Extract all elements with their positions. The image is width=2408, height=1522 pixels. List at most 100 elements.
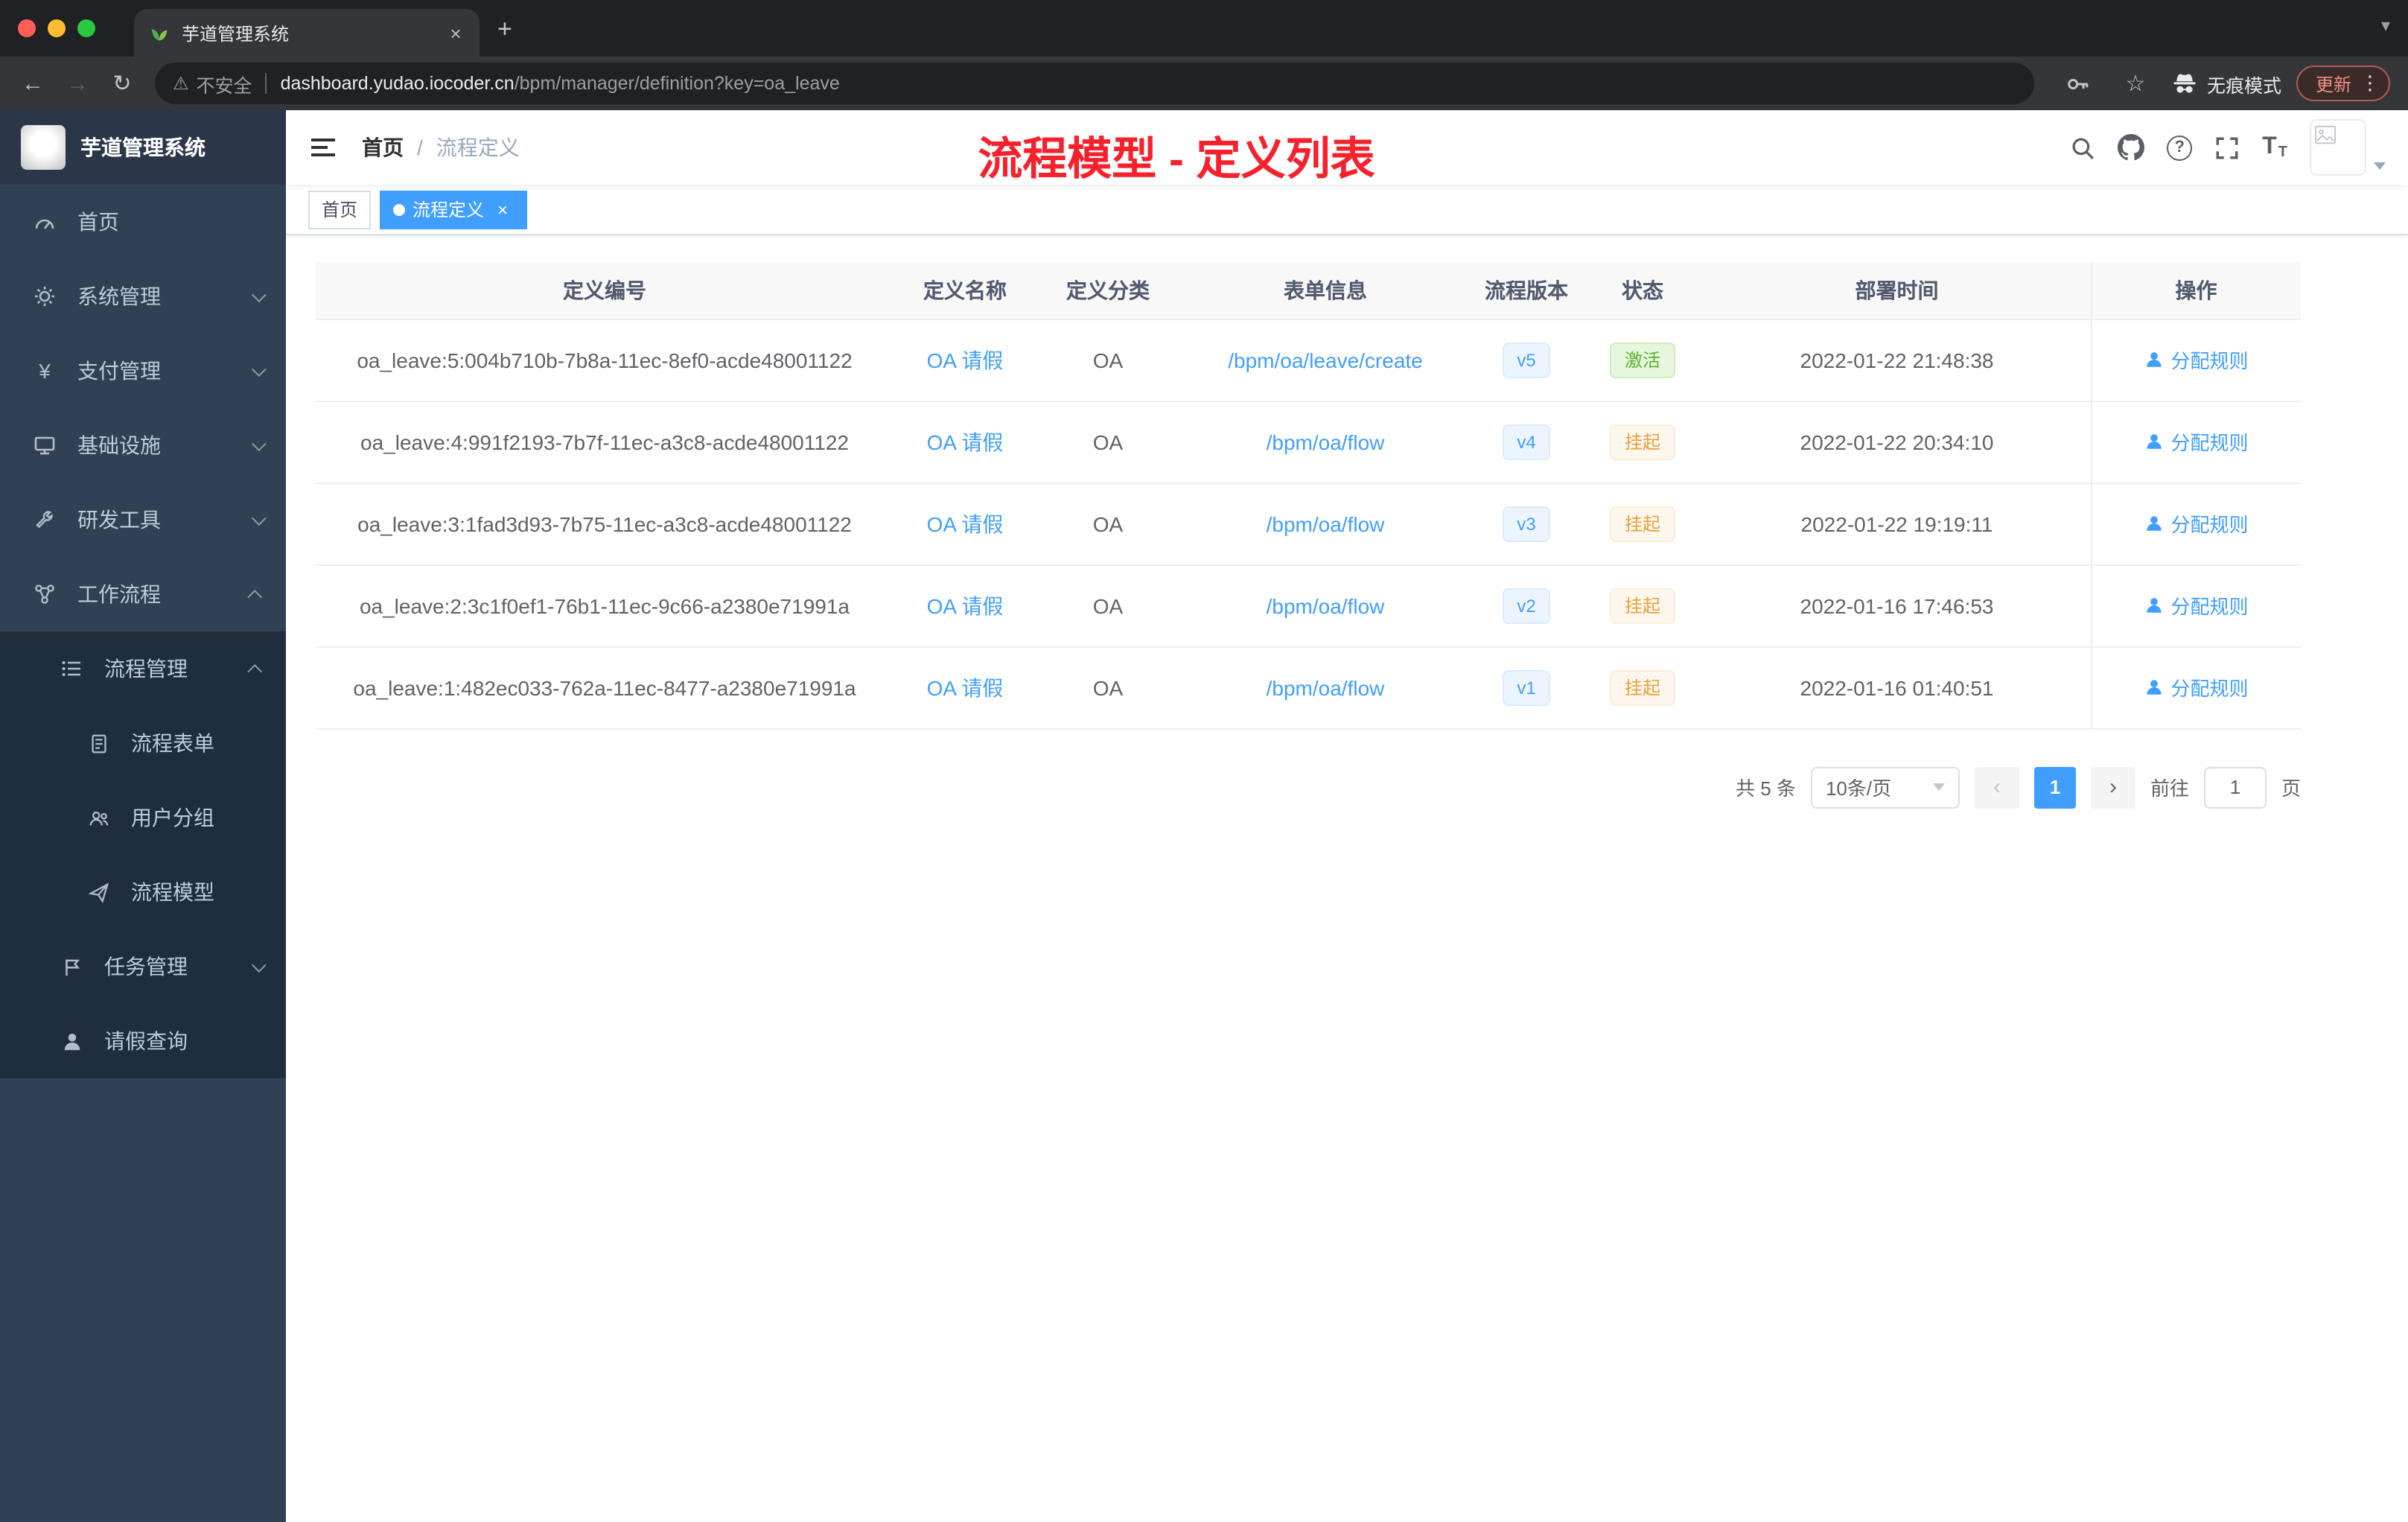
sidebar-item-payment[interactable]: ¥ 支付管理 (0, 334, 286, 408)
prev-page-button[interactable]: ‹ (1974, 766, 2019, 808)
definition-name-link[interactable]: OA 请假 (927, 593, 1004, 617)
form-info-link[interactable]: /bpm/oa/flow (1267, 430, 1385, 453)
user-group-icon (83, 806, 113, 829)
font-size-icon[interactable]: TT (2262, 134, 2287, 161)
back-button[interactable]: ← (12, 63, 54, 104)
url-path: /bpm/manager/definition?key=oa_leave (514, 73, 840, 94)
form-info-link[interactable]: /bpm/oa/flow (1267, 675, 1385, 699)
window-controls (0, 19, 110, 57)
password-key-icon[interactable] (2058, 63, 2100, 104)
screen: 芋道管理系统 × + ▾ ← → ↻ ⚠ 不安全 dashboard.yudao… (0, 0, 2408, 1522)
app-title: 芋道管理系统 (80, 136, 206, 159)
version-badge: v2 (1502, 588, 1551, 623)
sidebar-item-user-group[interactable]: 用户分组 (0, 780, 286, 855)
tab-close-icon[interactable]: × (444, 21, 468, 45)
col-form-info: 表单信息 (1179, 262, 1471, 319)
sidebar-item-system[interactable]: 系统管理 (0, 259, 286, 334)
cell-category: OA (1036, 401, 1179, 483)
sidebar-item-process-model[interactable]: 流程模型 (0, 855, 286, 929)
sidebar-logo-row[interactable]: 芋道管理系统 (0, 110, 286, 185)
browser-tab-strip: 芋道管理系统 × + ▾ (0, 0, 2408, 57)
url-divider (265, 73, 267, 94)
incognito-icon (2173, 74, 2196, 93)
table-header-row: 定义编号 定义名称 定义分类 表单信息 流程版本 状态 部署时间 操作 (316, 262, 2301, 319)
sidebar-item-process-manage[interactable]: 流程管理 (0, 631, 286, 706)
minimize-window-button[interactable] (48, 19, 66, 37)
browser-toolbar: ← → ↻ ⚠ 不安全 dashboard.yudao.iocoder.cn /… (0, 57, 2408, 110)
sidebar-item-leave-query[interactable]: 请假查询 (0, 1004, 286, 1078)
cell-deploy-time: 2022-01-22 21:48:38 (1704, 319, 2091, 401)
browser-menu-kebab-icon[interactable]: ⋮ (2360, 71, 2380, 95)
breadcrumb-current: 流程定义 (436, 136, 520, 159)
tag-process-definition[interactable]: 流程定义 × (380, 190, 528, 229)
definition-name-link[interactable]: OA 请假 (927, 430, 1004, 453)
sidebar-item-process-form[interactable]: 流程表单 (0, 706, 286, 780)
table-row: oa_leave:2:3c1f0ef1-76b1-11ec-9c66-a2380… (316, 564, 2301, 647)
tab-search-chevron-icon[interactable]: ▾ (2381, 15, 2390, 36)
cell-deploy-time: 2022-01-22 20:34:10 (1704, 401, 2091, 483)
infrastructure-icon (30, 433, 60, 457)
sidebar-item-infrastructure[interactable]: 基础设施 (0, 408, 286, 483)
assign-rule-link[interactable]: 分配规则 (2144, 427, 2249, 456)
person-icon (2146, 680, 2162, 695)
help-question-icon[interactable]: ? (2167, 135, 2193, 160)
incognito-badge: 无痕模式 (2171, 69, 2281, 98)
assign-rule-link[interactable]: 分配规则 (2144, 591, 2249, 620)
col-process-version: 流程版本 (1471, 262, 1582, 319)
definition-name-link[interactable]: OA 请假 (927, 512, 1004, 535)
new-tab-button[interactable]: + (480, 15, 530, 57)
tag-close-icon[interactable]: × (491, 198, 514, 220)
user-avatar-menu[interactable] (2310, 119, 2386, 176)
bookmark-star-icon[interactable]: ☆ (2115, 63, 2156, 104)
close-window-button[interactable] (18, 19, 36, 37)
page-size-select[interactable]: 10条/页 (1810, 766, 1960, 808)
search-icon[interactable] (2070, 135, 2095, 160)
status-badge: 挂起 (1609, 669, 1675, 705)
page-content: 定义编号 定义名称 定义分类 表单信息 流程版本 状态 部署时间 操作 oa_l (286, 235, 2408, 1522)
goto-page-input[interactable] (2203, 766, 2267, 808)
assign-rule-link[interactable]: 分配规则 (2144, 346, 2249, 374)
sidebar-item-home[interactable]: 首页 (0, 185, 286, 259)
form-info-link[interactable]: /bpm/oa/flow (1267, 512, 1385, 535)
tag-home[interactable]: 首页 (308, 190, 372, 229)
form-info-link[interactable]: /bpm/oa/flow (1267, 593, 1385, 617)
next-page-button[interactable]: › (2090, 766, 2135, 808)
address-bar[interactable]: ⚠ 不安全 dashboard.yudao.iocoder.cn /bpm/ma… (155, 63, 2034, 104)
cell-deploy-time: 2022-01-22 19:19:11 (1704, 483, 2091, 565)
browser-tab[interactable]: 芋道管理系统 × (134, 9, 480, 57)
chevron-down-icon (251, 287, 267, 302)
status-badge: 挂起 (1609, 588, 1675, 623)
github-icon[interactable] (2118, 134, 2145, 161)
forward-button[interactable]: → (57, 63, 98, 104)
zoom-window-button[interactable] (77, 19, 95, 37)
fullscreen-icon[interactable] (2214, 135, 2240, 160)
yen-icon: ¥ (39, 359, 51, 383)
form-info-link[interactable]: /bpm/oa/leave/create (1228, 348, 1423, 372)
sidebar-item-devtools[interactable]: 研发工具 (0, 483, 286, 557)
not-secure-label: 不安全 (196, 75, 252, 96)
sidebar-menu: 首页 系统管理 ¥ 支付管理 基础设施 研发工具 工作流程 流程管理 流程表单 … (0, 185, 286, 1522)
tab-favicon-icon (149, 22, 170, 43)
pagination-total: 共 5 条 (1736, 777, 1796, 800)
cell-deploy-time: 2022-01-16 01:40:51 (1704, 646, 2091, 729)
col-status: 状态 (1582, 262, 1704, 319)
col-definition-name: 定义名称 (894, 262, 1036, 319)
breadcrumb-home[interactable]: 首页 (362, 133, 404, 162)
chrome-update-chip[interactable]: 更新 ⋮ (2296, 66, 2390, 101)
annotation-title: 流程模型 - 定义列表 (978, 136, 1375, 185)
update-label: 更新 (2315, 74, 2351, 95)
sidebar-toggle-hamburger-icon[interactable] (308, 133, 338, 162)
dashboard-icon (30, 210, 60, 234)
sidebar-item-workflow[interactable]: 工作流程 (0, 557, 286, 631)
reload-button[interactable]: ↻ (101, 63, 143, 104)
app-logo-avatar (21, 125, 66, 170)
definition-name-link[interactable]: OA 请假 (927, 675, 1004, 699)
version-badge: v4 (1502, 424, 1551, 459)
current-page-button[interactable]: 1 (2033, 766, 2076, 808)
assign-rule-link[interactable]: 分配规则 (2144, 509, 2249, 538)
definition-name-link[interactable]: OA 请假 (927, 348, 1004, 372)
col-definition-id: 定义编号 (316, 262, 894, 319)
navbar: 首页 / 流程定义 流程模型 - 定义列表 ? T T (286, 110, 2408, 185)
assign-rule-link[interactable]: 分配规则 (2144, 673, 2249, 701)
sidebar-item-task-manage[interactable]: 任务管理 (0, 929, 286, 1004)
